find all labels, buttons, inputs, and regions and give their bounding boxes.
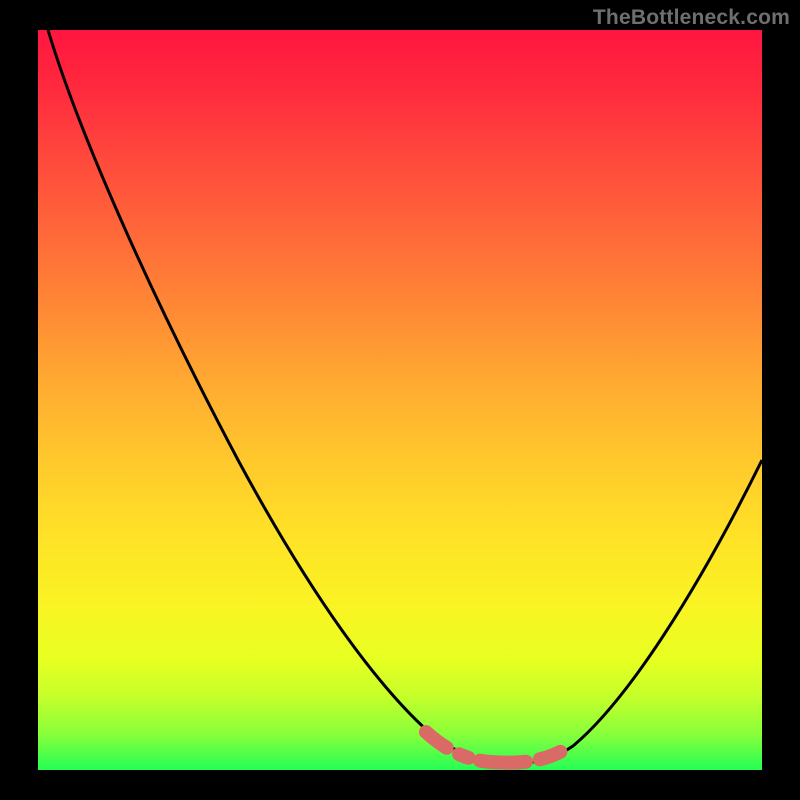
- curve-highlight: [426, 728, 590, 763]
- chart-frame: TheBottleneck.com: [0, 0, 800, 800]
- watermark-text: TheBottleneck.com: [593, 6, 790, 30]
- bottleneck-curve: [38, 30, 762, 770]
- plot-area: [38, 30, 762, 770]
- curve-path: [48, 30, 762, 763]
